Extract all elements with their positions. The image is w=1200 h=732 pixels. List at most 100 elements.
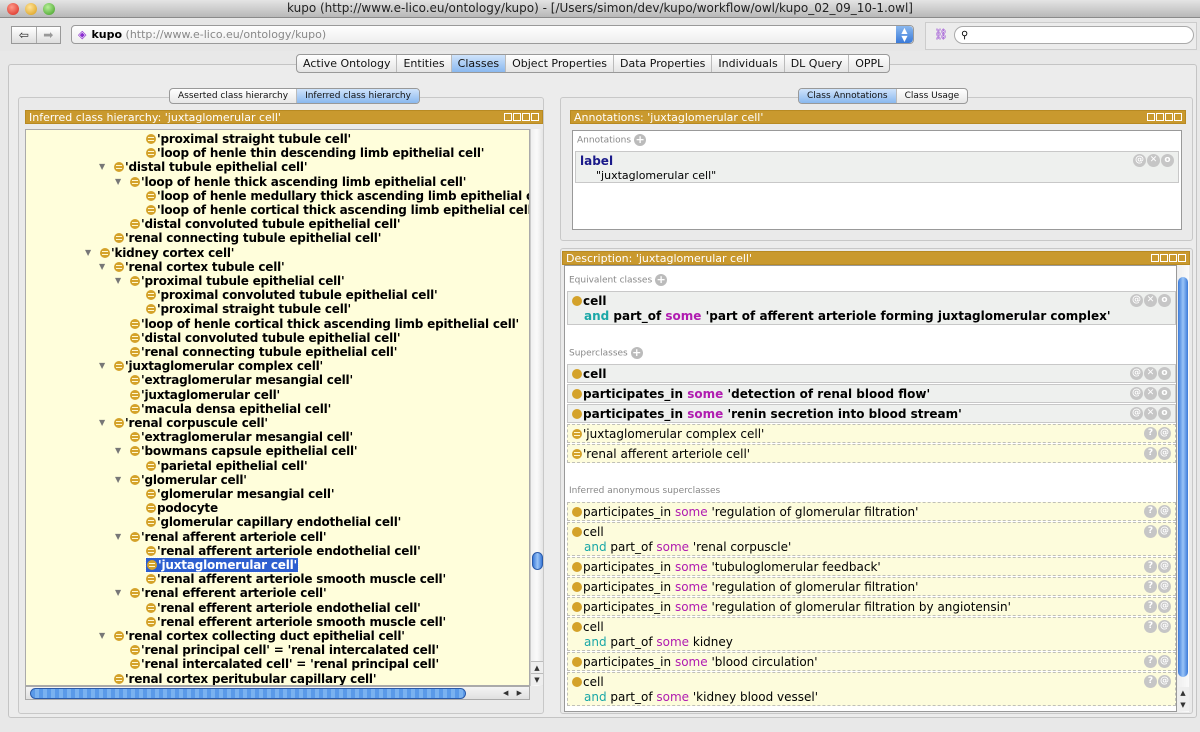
tree-node[interactable]: ▼ 'renal corpuscule cell' [99, 416, 268, 430]
expand-toggle-icon[interactable]: ▼ [115, 473, 121, 487]
tree-node[interactable]: podocyte [146, 501, 218, 515]
tab-object-properties[interactable]: Object Properties [506, 55, 615, 72]
tree-node[interactable]: 'loop of henle thin descending limb epit… [146, 146, 484, 160]
scroll-down-icon[interactable]: ▼ [531, 673, 543, 685]
maximize-view-icon[interactable] [1169, 254, 1177, 262]
edit-icon[interactable]: o [1158, 367, 1171, 380]
close-view-icon[interactable] [1178, 254, 1186, 262]
explain-icon[interactable]: ? [1144, 525, 1157, 538]
tree-node[interactable]: 'renal connecting tubule epithelial cell… [114, 231, 381, 245]
tree-node[interactable]: 'proximal straight tubule cell' [146, 132, 351, 146]
tree-node[interactable]: 'renal efferent arteriole endothelial ce… [146, 601, 421, 615]
class-expression-row[interactable]: cell and part_of some 'renal corpuscle'? @ [567, 522, 1176, 556]
zoom-window-button[interactable] [43, 3, 55, 15]
subtab-inferred-class-hierarchy[interactable]: Inferred class hierarchy [297, 89, 419, 103]
annotate-icon[interactable]: @ [1158, 505, 1171, 518]
annotate-icon[interactable]: @ [1158, 620, 1171, 633]
tab-oppl[interactable]: OPPL [849, 55, 889, 72]
expand-toggle-icon[interactable]: ▼ [115, 586, 121, 600]
tree-node[interactable]: 'renal efferent arteriole smooth muscle … [146, 615, 446, 629]
explain-icon[interactable]: ? [1144, 427, 1157, 440]
active-ontology-selector[interactable]: ◈ kupo (http://www.e-lico.eu/ontology/kup… [71, 25, 914, 44]
find-binoculars-icon[interactable]: ⛓ [934, 28, 948, 41]
expand-toggle-icon[interactable]: ▼ [99, 260, 105, 274]
edit-icon[interactable]: o [1161, 154, 1174, 167]
explain-icon[interactable]: ? [1144, 447, 1157, 460]
close-view-icon[interactable] [531, 113, 539, 121]
annotate-icon[interactable]: @ [1158, 525, 1171, 538]
expand-toggle-icon[interactable]: ▼ [115, 175, 121, 189]
class-expression-row[interactable]: participates_in some 'renin secretion in… [567, 404, 1176, 423]
subtab-class-annotations[interactable]: Class Annotations [799, 89, 897, 103]
split-view-icon[interactable] [1151, 254, 1159, 262]
class-expression-row[interactable]: participates_in some 'regulation of glom… [567, 577, 1176, 596]
tree-node[interactable]: 'loop of henle cortical thick ascending … [146, 203, 529, 217]
tree-node[interactable]: ▼ 'proximal tubule epithelial cell' [115, 274, 345, 288]
expand-toggle-icon[interactable]: ▼ [99, 416, 105, 430]
tree-vertical-scrollbar[interactable]: ▲ ▼ [530, 129, 543, 686]
scroll-left-right-icon[interactable]: ◀ ▶ [503, 687, 525, 699]
class-expression-row[interactable]: participates_in some 'tubuloglomerular f… [567, 557, 1176, 576]
edit-icon[interactable]: o [1158, 407, 1171, 420]
tree-node[interactable]: 'renal intercalated cell' = 'renal princ… [130, 657, 439, 671]
tree-node[interactable]: ▼ 'distal tubule epithelial cell' [99, 160, 308, 174]
tree-node[interactable]: 'proximal straight tubule cell' [146, 302, 351, 316]
tree-node[interactable]: 'distal convoluted tubule epithelial cel… [130, 217, 401, 231]
annotate-icon[interactable]: @ [1158, 600, 1171, 613]
tree-node[interactable]: ▼ 'renal afferent arteriole cell' [115, 530, 327, 544]
tree-node[interactable]: 'distal convoluted tubule epithelial cel… [130, 331, 401, 345]
forward-arrow-icon[interactable]: ➡ [37, 27, 61, 43]
add-superclasses-icon[interactable]: + [630, 347, 643, 359]
tree-node[interactable]: 'renal afferent arteriole smooth muscle … [146, 572, 446, 586]
annotate-icon[interactable]: @ [1158, 655, 1171, 668]
maximize-view-icon[interactable] [1165, 113, 1173, 121]
delete-icon[interactable]: ✕ [1144, 294, 1157, 307]
scroll-up-icon[interactable]: ▲ [1177, 687, 1189, 699]
tree-node[interactable]: 'macula densa epithelial cell' [130, 402, 331, 416]
expand-toggle-icon[interactable]: ▼ [115, 530, 121, 544]
tab-active-ontology[interactable]: Active Ontology [297, 55, 398, 72]
close-view-icon[interactable] [1174, 113, 1182, 121]
explain-icon[interactable]: ? [1144, 600, 1157, 613]
tree-node[interactable]: ▼ 'loop of henle thick ascending limb epi… [115, 175, 466, 189]
minimize-window-button[interactable] [25, 3, 37, 15]
annotation-row[interactable]: label "juxtaglomerular cell" @ ✕ o [575, 151, 1179, 183]
annotate-icon[interactable]: @ [1133, 154, 1146, 167]
tree-node[interactable]: 'renal cortex peritubular capillary cell… [114, 672, 377, 685]
expand-toggle-icon[interactable]: ▼ [85, 246, 91, 260]
tree-node[interactable]: 'glomerular mesangial cell' [146, 487, 335, 501]
tree-node[interactable]: ▼ 'glomerular cell' [115, 473, 247, 487]
tree-node[interactable]: ▼ 'renal cortex collecting duct epithelia… [99, 629, 405, 643]
add-annotation-icon[interactable]: + [634, 134, 647, 146]
class-expression-row[interactable]: cell @ ✕ o [567, 364, 1176, 383]
tree-node[interactable]: ▼ 'bowmans capsule epithelial cell' [115, 444, 358, 458]
class-expression-row[interactable]: cell and part_of some 'kidney blood vesse… [567, 672, 1176, 706]
annotate-icon[interactable]: @ [1130, 387, 1143, 400]
tree-node-selected[interactable]: 'juxtaglomerular cell' [144, 557, 300, 573]
class-expression-row[interactable]: 'juxtaglomerular complex cell'? @ [567, 424, 1176, 443]
minimize-view-icon[interactable] [1160, 254, 1168, 262]
tree-node[interactable]: 'renal connecting tubule epithelial cell… [130, 345, 397, 359]
class-expression-row[interactable]: 'renal afferent arteriole cell'? @ [567, 444, 1176, 463]
tree-node[interactable]: 'glomerular capillary endothelial cell' [146, 515, 401, 529]
scroll-down-icon[interactable]: ▼ [1177, 699, 1189, 711]
annotate-icon[interactable]: @ [1158, 580, 1171, 593]
explain-icon[interactable]: ? [1144, 505, 1157, 518]
tree-node[interactable]: ▼ 'kidney cortex cell' [85, 246, 234, 260]
minimize-view-icon[interactable] [513, 113, 521, 121]
explain-icon[interactable]: ? [1144, 620, 1157, 633]
scroll-up-icon[interactable]: ▲ [531, 661, 543, 673]
expand-toggle-icon[interactable]: ▼ [99, 629, 105, 643]
tree-node[interactable]: 'parietal epithelial cell' [146, 459, 308, 473]
tree-node[interactable]: ▼ 'renal cortex tubule cell' [99, 260, 285, 274]
class-expression-row[interactable]: cell and part_of some kidney? @ [567, 617, 1176, 651]
class-expression-row[interactable]: participates_in some 'detection of renal… [567, 384, 1176, 403]
tab-entities[interactable]: Entities [397, 55, 452, 72]
annotate-icon[interactable]: @ [1158, 427, 1171, 440]
edit-icon[interactable]: o [1158, 294, 1171, 307]
edit-icon[interactable]: o [1158, 387, 1171, 400]
expand-toggle-icon[interactable]: ▼ [115, 444, 121, 458]
annotate-icon[interactable]: @ [1130, 294, 1143, 307]
class-expression-row[interactable]: participates_in some 'blood circulation'… [567, 652, 1176, 671]
explain-icon[interactable]: ? [1144, 655, 1157, 668]
